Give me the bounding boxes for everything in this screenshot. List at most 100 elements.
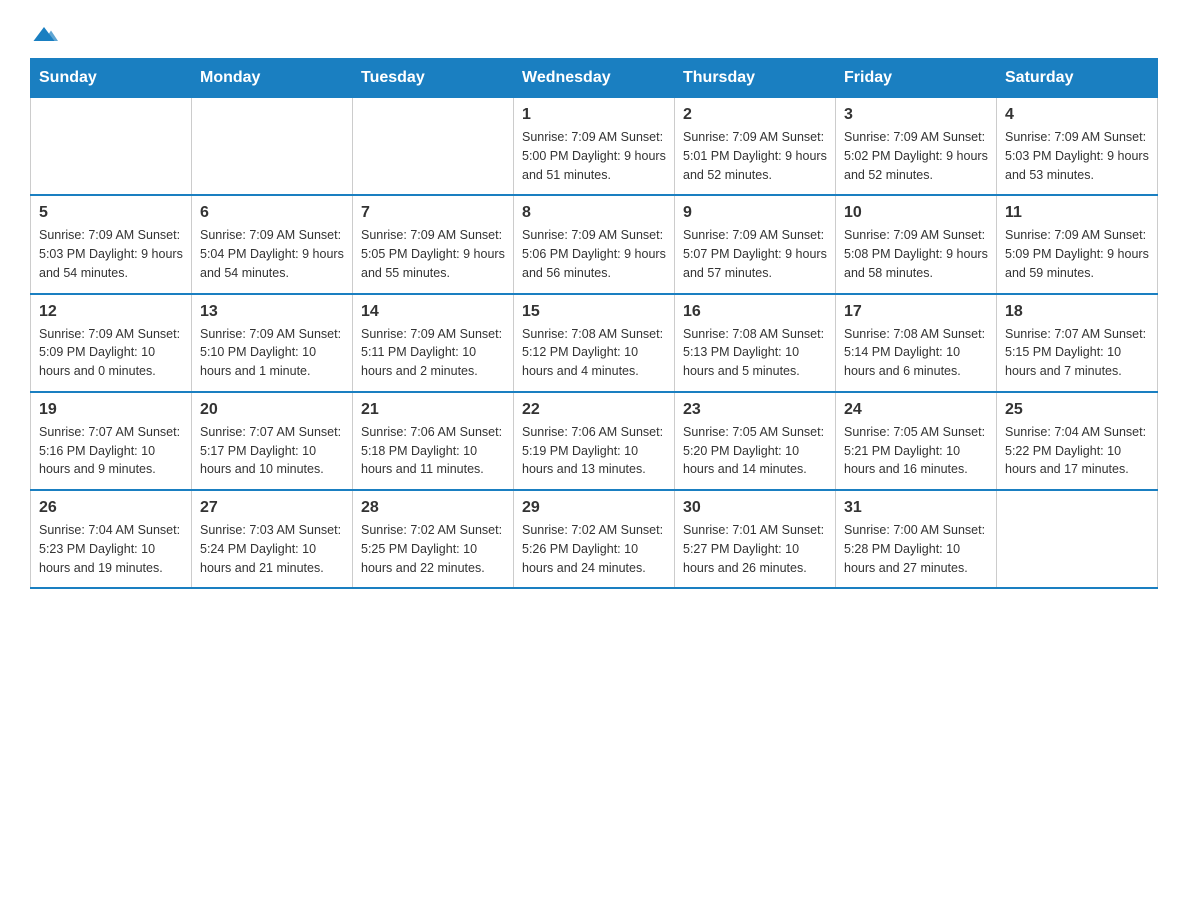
- day-number: 15: [522, 303, 666, 321]
- day-number: 28: [361, 499, 505, 517]
- calendar-cell: 14 Sunrise: 7:09 AM Sunset: 5:11 PM Dayli…: [353, 294, 514, 392]
- calendar-cell: 30 Sunrise: 7:01 AM Sunset: 5:27 PM Dayli…: [675, 490, 836, 588]
- day-info: Sunrise: 7:08 AM Sunset: 5:12 PM Dayligh…: [522, 325, 666, 381]
- calendar-cell: 9 Sunrise: 7:09 AM Sunset: 5:07 PM Daylig…: [675, 195, 836, 293]
- day-number: 20: [200, 401, 344, 419]
- calendar-day-header: Tuesday: [353, 59, 514, 98]
- day-number: 18: [1005, 303, 1149, 321]
- calendar-day-header: Sunday: [31, 59, 192, 98]
- day-info: Sunrise: 7:04 AM Sunset: 5:22 PM Dayligh…: [1005, 423, 1149, 479]
- day-info: Sunrise: 7:09 AM Sunset: 5:09 PM Dayligh…: [1005, 226, 1149, 282]
- day-info: Sunrise: 7:07 AM Sunset: 5:17 PM Dayligh…: [200, 423, 344, 479]
- calendar-cell: 4 Sunrise: 7:09 AM Sunset: 5:03 PM Daylig…: [997, 98, 1158, 196]
- calendar-cell: 13 Sunrise: 7:09 AM Sunset: 5:10 PM Dayli…: [192, 294, 353, 392]
- day-number: 16: [683, 303, 827, 321]
- day-number: 25: [1005, 401, 1149, 419]
- calendar-table: SundayMondayTuesdayWednesdayThursdayFrid…: [30, 58, 1158, 589]
- day-number: 7: [361, 204, 505, 222]
- calendar-cell: 12 Sunrise: 7:09 AM Sunset: 5:09 PM Dayli…: [31, 294, 192, 392]
- calendar-cell: 11 Sunrise: 7:09 AM Sunset: 5:09 PM Dayli…: [997, 195, 1158, 293]
- calendar-cell: 26Sunrise: 7:04 AM Sunset: 5:23 PM Dayli…: [31, 490, 192, 588]
- calendar-week-row: 26Sunrise: 7:04 AM Sunset: 5:23 PM Dayli…: [31, 490, 1158, 588]
- day-info: Sunrise: 7:06 AM Sunset: 5:19 PM Dayligh…: [522, 423, 666, 479]
- calendar-cell: 21Sunrise: 7:06 AM Sunset: 5:18 PM Dayli…: [353, 392, 514, 490]
- day-info: Sunrise: 7:05 AM Sunset: 5:21 PM Dayligh…: [844, 423, 988, 479]
- day-number: 5: [39, 204, 183, 222]
- day-info: Sunrise: 7:09 AM Sunset: 5:11 PM Dayligh…: [361, 325, 505, 381]
- day-number: 23: [683, 401, 827, 419]
- day-number: 2: [683, 106, 827, 124]
- day-info: Sunrise: 7:09 AM Sunset: 5:00 PM Dayligh…: [522, 128, 666, 184]
- calendar-cell: [997, 490, 1158, 588]
- day-number: 27: [200, 499, 344, 517]
- day-number: 13: [200, 303, 344, 321]
- calendar-cell: 28 Sunrise: 7:02 AM Sunset: 5:25 PM Dayli…: [353, 490, 514, 588]
- calendar-cell: 29Sunrise: 7:02 AM Sunset: 5:26 PM Dayli…: [514, 490, 675, 588]
- calendar-cell: [353, 98, 514, 196]
- calendar-day-header: Thursday: [675, 59, 836, 98]
- day-info: Sunrise: 7:00 AM Sunset: 5:28 PM Dayligh…: [844, 521, 988, 577]
- calendar-day-header: Monday: [192, 59, 353, 98]
- day-info: Sunrise: 7:09 AM Sunset: 5:03 PM Dayligh…: [1005, 128, 1149, 184]
- day-number: 26: [39, 499, 183, 517]
- calendar-cell: [31, 98, 192, 196]
- calendar-cell: 6 Sunrise: 7:09 AM Sunset: 5:04 PM Daylig…: [192, 195, 353, 293]
- calendar-cell: 22 Sunrise: 7:06 AM Sunset: 5:19 PM Dayli…: [514, 392, 675, 490]
- day-number: 14: [361, 303, 505, 321]
- day-info: Sunrise: 7:09 AM Sunset: 5:10 PM Dayligh…: [200, 325, 344, 381]
- calendar-cell: 10 Sunrise: 7:09 AM Sunset: 5:08 PM Dayli…: [836, 195, 997, 293]
- calendar-cell: 19 Sunrise: 7:07 AM Sunset: 5:16 PM Dayli…: [31, 392, 192, 490]
- calendar-cell: 8 Sunrise: 7:09 AM Sunset: 5:06 PM Daylig…: [514, 195, 675, 293]
- day-number: 10: [844, 204, 988, 222]
- calendar-cell: 2 Sunrise: 7:09 AM Sunset: 5:01 PM Daylig…: [675, 98, 836, 196]
- page-header: [30, 20, 1158, 48]
- day-info: Sunrise: 7:01 AM Sunset: 5:27 PM Dayligh…: [683, 521, 827, 577]
- calendar-header-row: SundayMondayTuesdayWednesdayThursdayFrid…: [31, 59, 1158, 98]
- day-info: Sunrise: 7:07 AM Sunset: 5:16 PM Dayligh…: [39, 423, 183, 479]
- day-number: 22: [522, 401, 666, 419]
- day-info: Sunrise: 7:05 AM Sunset: 5:20 PM Dayligh…: [683, 423, 827, 479]
- calendar-cell: 1 Sunrise: 7:09 AM Sunset: 5:00 PM Daylig…: [514, 98, 675, 196]
- day-info: Sunrise: 7:09 AM Sunset: 5:03 PM Dayligh…: [39, 226, 183, 282]
- day-number: 31: [844, 499, 988, 517]
- day-number: 30: [683, 499, 827, 517]
- day-info: Sunrise: 7:09 AM Sunset: 5:09 PM Dayligh…: [39, 325, 183, 381]
- calendar-week-row: 1 Sunrise: 7:09 AM Sunset: 5:00 PM Daylig…: [31, 98, 1158, 196]
- calendar-week-row: 5 Sunrise: 7:09 AM Sunset: 5:03 PM Daylig…: [31, 195, 1158, 293]
- calendar-day-header: Wednesday: [514, 59, 675, 98]
- day-info: Sunrise: 7:03 AM Sunset: 5:24 PM Dayligh…: [200, 521, 344, 577]
- calendar-day-header: Friday: [836, 59, 997, 98]
- calendar-cell: 31 Sunrise: 7:00 AM Sunset: 5:28 PM Dayli…: [836, 490, 997, 588]
- calendar-cell: 15 Sunrise: 7:08 AM Sunset: 5:12 PM Dayli…: [514, 294, 675, 392]
- day-number: 19: [39, 401, 183, 419]
- calendar-cell: 23 Sunrise: 7:05 AM Sunset: 5:20 PM Dayli…: [675, 392, 836, 490]
- logo-icon: [30, 20, 58, 48]
- day-number: 11: [1005, 204, 1149, 222]
- day-info: Sunrise: 7:02 AM Sunset: 5:26 PM Dayligh…: [522, 521, 666, 577]
- day-number: 17: [844, 303, 988, 321]
- day-info: Sunrise: 7:09 AM Sunset: 5:06 PM Dayligh…: [522, 226, 666, 282]
- day-info: Sunrise: 7:09 AM Sunset: 5:02 PM Dayligh…: [844, 128, 988, 184]
- day-info: Sunrise: 7:09 AM Sunset: 5:07 PM Dayligh…: [683, 226, 827, 282]
- day-info: Sunrise: 7:09 AM Sunset: 5:05 PM Dayligh…: [361, 226, 505, 282]
- day-info: Sunrise: 7:09 AM Sunset: 5:04 PM Dayligh…: [200, 226, 344, 282]
- day-info: Sunrise: 7:08 AM Sunset: 5:14 PM Dayligh…: [844, 325, 988, 381]
- calendar-week-row: 12 Sunrise: 7:09 AM Sunset: 5:09 PM Dayli…: [31, 294, 1158, 392]
- day-info: Sunrise: 7:02 AM Sunset: 5:25 PM Dayligh…: [361, 521, 505, 577]
- day-info: Sunrise: 7:09 AM Sunset: 5:01 PM Dayligh…: [683, 128, 827, 184]
- day-number: 1: [522, 106, 666, 124]
- calendar-cell: 17 Sunrise: 7:08 AM Sunset: 5:14 PM Dayli…: [836, 294, 997, 392]
- day-number: 6: [200, 204, 344, 222]
- day-number: 9: [683, 204, 827, 222]
- calendar-cell: 27 Sunrise: 7:03 AM Sunset: 5:24 PM Dayli…: [192, 490, 353, 588]
- calendar-cell: 25 Sunrise: 7:04 AM Sunset: 5:22 PM Dayli…: [997, 392, 1158, 490]
- day-number: 4: [1005, 106, 1149, 124]
- day-number: 12: [39, 303, 183, 321]
- calendar-cell: 16Sunrise: 7:08 AM Sunset: 5:13 PM Dayli…: [675, 294, 836, 392]
- day-number: 8: [522, 204, 666, 222]
- day-info: Sunrise: 7:09 AM Sunset: 5:08 PM Dayligh…: [844, 226, 988, 282]
- day-info: Sunrise: 7:07 AM Sunset: 5:15 PM Dayligh…: [1005, 325, 1149, 381]
- calendar-cell: 24Sunrise: 7:05 AM Sunset: 5:21 PM Dayli…: [836, 392, 997, 490]
- calendar-cell: 20 Sunrise: 7:07 AM Sunset: 5:17 PM Dayli…: [192, 392, 353, 490]
- calendar-day-header: Saturday: [997, 59, 1158, 98]
